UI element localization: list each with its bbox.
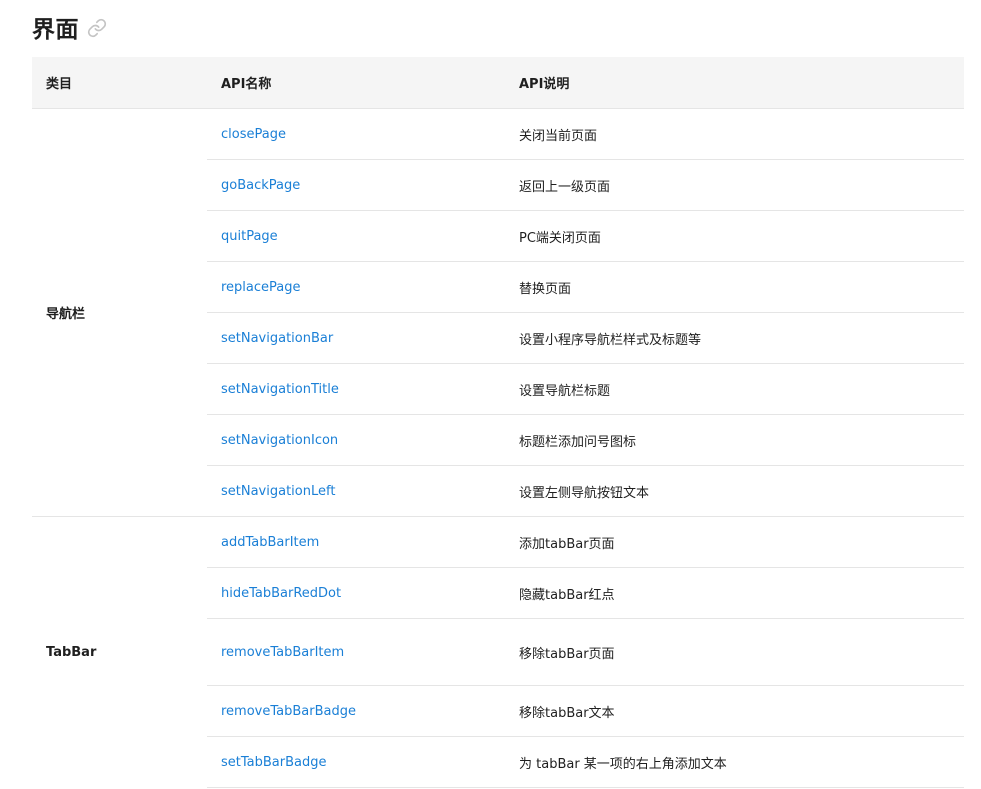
api-desc-cell: 添加tabBar页面: [505, 516, 964, 568]
category-cell-tabbar: TabBar: [46, 644, 97, 660]
api-desc-cell: 移除tabBar页面: [505, 618, 964, 686]
api-link[interactable]: setTabBarBadge: [221, 755, 327, 770]
api-name-cell: addTabBarItem: [207, 516, 505, 568]
api-desc-cell: 移除tabBar文本: [505, 685, 964, 737]
page-title: 界面: [32, 17, 79, 43]
header-api-desc: API说明: [505, 57, 964, 109]
api-link[interactable]: hideTabBarRedDot: [221, 586, 341, 601]
api-name-cell: hideTabBarRedDot: [207, 567, 505, 619]
api-name-cell: replacePage: [207, 261, 505, 313]
api-name-cell: setNavigationLeft: [207, 465, 505, 517]
api-link[interactable]: setNavigationTitle: [221, 382, 339, 397]
api-name-cell: goBackPage: [207, 159, 505, 211]
api-name-cell: removeTabBarBadge: [207, 685, 505, 737]
category-cell-navbar: 导航栏: [32, 108, 207, 517]
link-icon[interactable]: [87, 18, 107, 38]
api-desc-cell: 关闭当前页面: [505, 108, 964, 160]
table-row: TabBar addTabBarItem 添加tabBar页面: [32, 516, 964, 660]
api-link[interactable]: replacePage: [221, 280, 301, 295]
api-name-cell: setTabBarBadge: [207, 736, 505, 788]
api-desc-cell: PC端关闭页面: [505, 210, 964, 262]
api-desc-cell: 隐藏tabBar红点: [505, 567, 964, 619]
table-row: 导航栏 closePage 关闭当前页面: [32, 108, 964, 517]
api-desc-cell: 设置导航栏标题: [505, 363, 964, 415]
api-desc-cell: 为 tabBar 某一项的右上角添加文本: [505, 736, 964, 788]
api-link[interactable]: addTabBarItem: [221, 535, 319, 550]
api-table: 类目 API名称 API说明 导航栏 closePage 关闭当前页面 goBa…: [32, 57, 964, 788]
api-name-cell: removeTabBarItem: [207, 618, 505, 686]
api-link[interactable]: removeTabBarBadge: [221, 704, 356, 719]
api-link[interactable]: setNavigationLeft: [221, 484, 335, 499]
api-link[interactable]: goBackPage: [221, 178, 300, 193]
header-api-name: API名称: [207, 57, 505, 109]
section-header: 界面: [32, 8, 107, 46]
header-category: 类目: [32, 57, 207, 109]
api-desc-cell: 设置小程序导航栏样式及标题等: [505, 312, 964, 364]
api-link[interactable]: setNavigationIcon: [221, 433, 338, 448]
api-link[interactable]: removeTabBarItem: [221, 645, 344, 660]
api-desc-cell: 替换页面: [505, 261, 964, 313]
table-header-row: 类目 API名称 API说明: [32, 57, 964, 109]
api-name-cell: setNavigationTitle: [207, 363, 505, 415]
api-link[interactable]: setNavigationBar: [221, 331, 333, 346]
api-name-cell: setNavigationIcon: [207, 414, 505, 466]
api-name-cell: quitPage: [207, 210, 505, 262]
api-link[interactable]: closePage: [221, 127, 286, 142]
api-link[interactable]: quitPage: [221, 229, 278, 244]
api-desc-cell: 设置左侧导航按钮文本: [505, 465, 964, 517]
api-name-cell: closePage: [207, 108, 505, 160]
api-name-cell: setNavigationBar: [207, 312, 505, 364]
api-desc-cell: 返回上一级页面: [505, 159, 964, 211]
api-desc-cell: 标题栏添加问号图标: [505, 414, 964, 466]
